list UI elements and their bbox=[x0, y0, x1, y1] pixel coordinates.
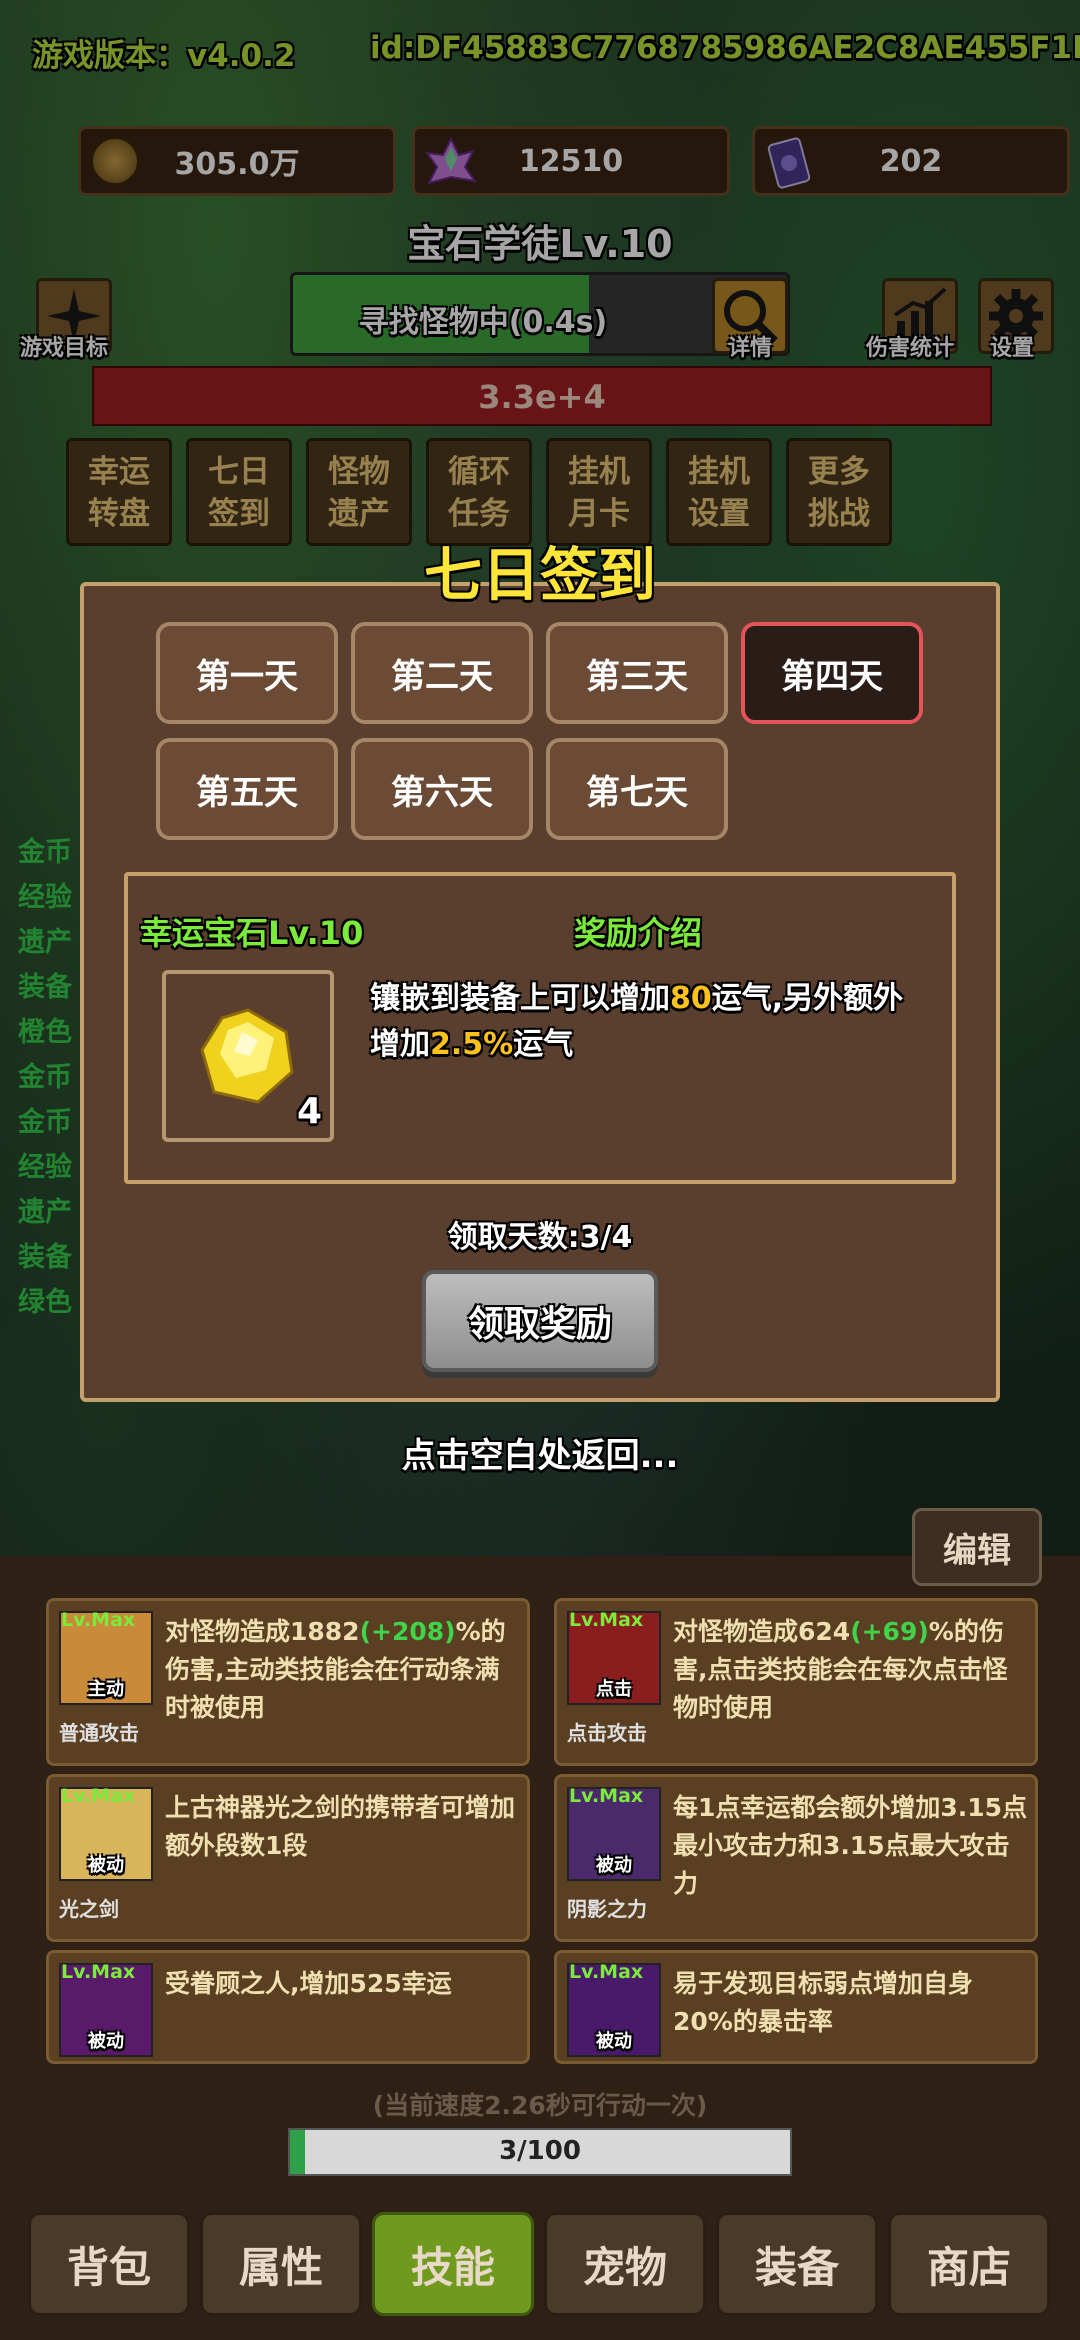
day-6-button[interactable]: 第六天 bbox=[351, 738, 533, 840]
action-progress-bar: 3/100 bbox=[288, 2128, 792, 2176]
day-4-button[interactable]: 第四天 bbox=[741, 622, 923, 724]
day-1-button[interactable]: 第一天 bbox=[156, 622, 338, 724]
skill-card[interactable]: Lv.Max 被动 易于发现目标弱点增加自身20%的暴击率 bbox=[554, 1950, 1038, 2064]
tab-pets[interactable]: 宠物 bbox=[544, 2212, 706, 2316]
skill-name: 点击攻击 bbox=[567, 1721, 647, 1745]
reward-item-name: 幸运宝石Lv.10 bbox=[140, 914, 364, 952]
skill-desc: 对怪物造成624(+69)%的伤害,点击类技能会在每次点击怪物时使用 bbox=[673, 1617, 1008, 1722]
modal-title: 七日签到 bbox=[423, 541, 656, 609]
action-speed: (当前速度2.26秒可行动一次) bbox=[372, 2091, 708, 2120]
day-7-button[interactable]: 第七天 bbox=[546, 738, 728, 840]
tab-backpack[interactable]: 背包 bbox=[28, 2212, 190, 2316]
skill-card[interactable]: Lv.Max 被动 光之剑 上古神器光之剑的携带者可增加额外段数1段 bbox=[46, 1774, 530, 1942]
tab-skills[interactable]: 技能 bbox=[372, 2212, 534, 2316]
skill-name: 阴影之力 bbox=[567, 1897, 647, 1921]
reward-item-slot: 4 bbox=[162, 970, 334, 1142]
claim-reward-button[interactable]: 领取奖励 bbox=[422, 1270, 658, 1372]
reward-header: 奖励介绍 bbox=[574, 914, 703, 952]
action-progress-label: 3/100 bbox=[499, 2136, 581, 2166]
skill-card[interactable]: Lv.Max 被动 阴影之力 每1点幸运都会额外增加3.15点最小攻击力和3.1… bbox=[554, 1774, 1038, 1942]
reward-description: 镶嵌到装备上可以增加80运气,另外额外增加2.5%运气 bbox=[370, 981, 904, 1062]
day-3-button[interactable]: 第三天 bbox=[546, 622, 728, 724]
tab-shop[interactable]: 商店 bbox=[888, 2212, 1050, 2316]
skill-card[interactable]: Lv.Max 主动 普通攻击 对怪物造成1882(+208)%的伤害,主动类技能… bbox=[46, 1598, 530, 1766]
skill-desc: 对怪物造成1882(+208)%的伤害,主动类技能会在行动条满时被使用 bbox=[165, 1617, 506, 1722]
day-2-button[interactable]: 第二天 bbox=[351, 622, 533, 724]
tap-to-return-hint[interactable]: 点击空白处返回... bbox=[0, 1428, 1080, 1477]
yellow-gem-icon bbox=[200, 1008, 294, 1104]
claimed-days: 领取天数:3/4 bbox=[447, 1220, 633, 1255]
skill-desc: 每1点幸运都会额外增加3.15点最小攻击力和3.15点最大攻击力 bbox=[673, 1793, 1028, 1898]
edit-button[interactable]: 编辑 bbox=[912, 1508, 1042, 1586]
skill-card[interactable]: Lv.Max 被动 受眷顾之人,增加525幸运 bbox=[46, 1950, 530, 2064]
tab-equipment[interactable]: 装备 bbox=[716, 2212, 878, 2316]
day-5-button[interactable]: 第五天 bbox=[156, 738, 338, 840]
skill-name: 普通攻击 bbox=[59, 1721, 139, 1745]
skill-desc: 易于发现目标弱点增加自身20%的暴击率 bbox=[673, 1969, 974, 2036]
skill-desc: 受眷顾之人,增加525幸运 bbox=[165, 1969, 452, 1998]
skill-name: 光之剑 bbox=[59, 1897, 119, 1921]
tab-attributes[interactable]: 属性 bbox=[200, 2212, 362, 2316]
reward-item-count: 4 bbox=[296, 1091, 322, 1132]
skill-card[interactable]: Lv.Max 点击 点击攻击 对怪物造成624(+69)%的伤害,点击类技能会在… bbox=[554, 1598, 1038, 1766]
skill-desc: 上古神器光之剑的携带者可增加额外段数1段 bbox=[165, 1793, 516, 1860]
